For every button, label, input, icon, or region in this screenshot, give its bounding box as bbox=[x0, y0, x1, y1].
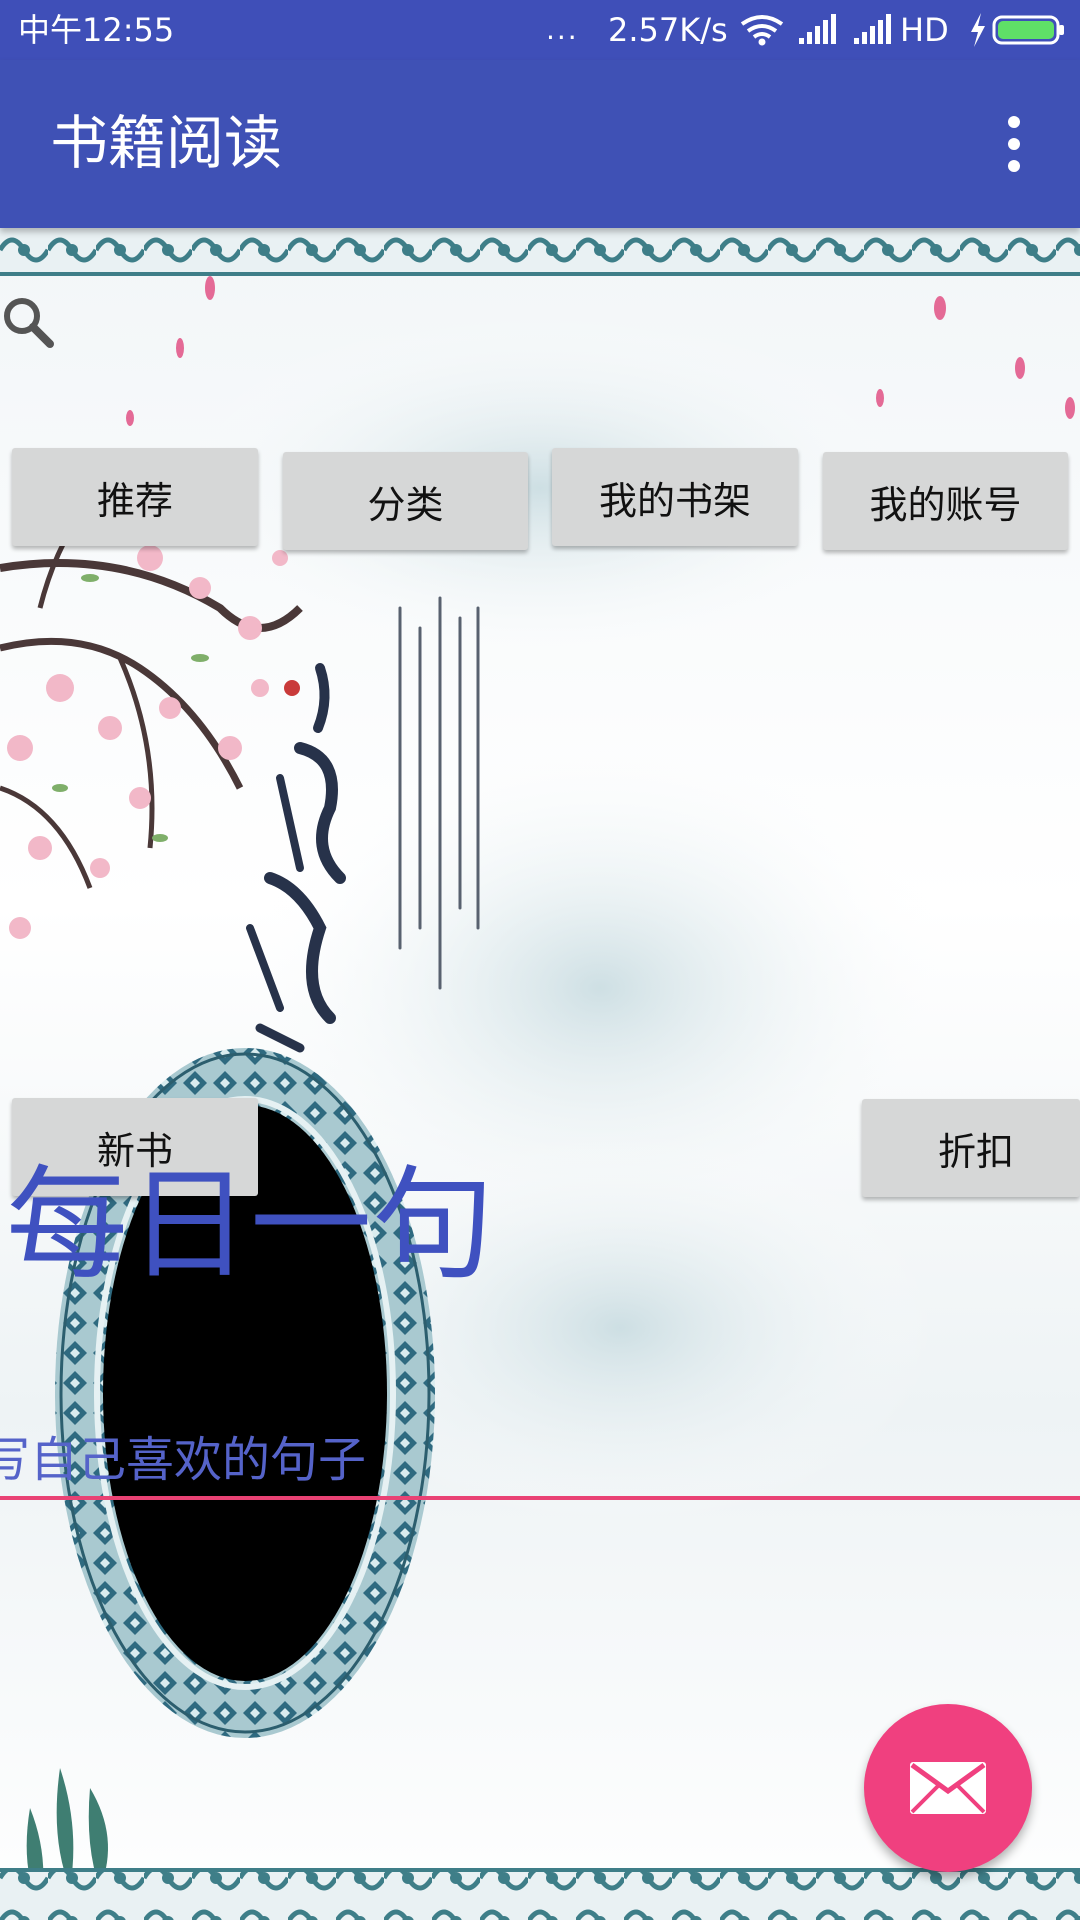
discount-button[interactable]: 折扣 bbox=[862, 1099, 1080, 1197]
daily-sentence-title: 每日一句 bbox=[6, 1154, 494, 1296]
app-bar: 书籍阅读 bbox=[0, 60, 1080, 228]
screen: 中午12:55 ... 2.57K/s HD 书籍阅读 推荐 分类 我的书架 我… bbox=[0, 0, 1080, 1920]
status-time: 中午12:55 bbox=[18, 11, 175, 49]
status-network-speed: 2.57K/s bbox=[608, 11, 728, 49]
category-button[interactable]: 分类 bbox=[283, 452, 528, 550]
charging-bolt-icon bbox=[971, 13, 985, 47]
sentence-input[interactable] bbox=[0, 1424, 1080, 1500]
account-button[interactable]: 我的账号 bbox=[823, 452, 1068, 550]
send-fab-button[interactable] bbox=[864, 1704, 1032, 1872]
status-network-type: HD bbox=[900, 11, 949, 49]
status-bar: 中午12:55 ... 2.57K/s HD bbox=[0, 0, 1080, 60]
wifi-icon bbox=[740, 15, 784, 46]
mail-icon bbox=[910, 1762, 986, 1814]
cell-signal-icon bbox=[854, 14, 891, 44]
battery-icon bbox=[992, 15, 1064, 45]
cell-signal-icon bbox=[799, 14, 836, 44]
search-icon[interactable] bbox=[0, 294, 56, 350]
bookshelf-button[interactable]: 我的书架 bbox=[552, 448, 798, 546]
status-more-dots: ... bbox=[546, 13, 579, 46]
main-content: 推荐 分类 我的书架 我的账号 新书 折扣 每日一句 bbox=[0, 228, 1080, 1920]
overflow-menu-icon[interactable] bbox=[994, 114, 1034, 174]
app-title: 书籍阅读 bbox=[50, 109, 283, 177]
recommend-button[interactable]: 推荐 bbox=[12, 448, 258, 546]
